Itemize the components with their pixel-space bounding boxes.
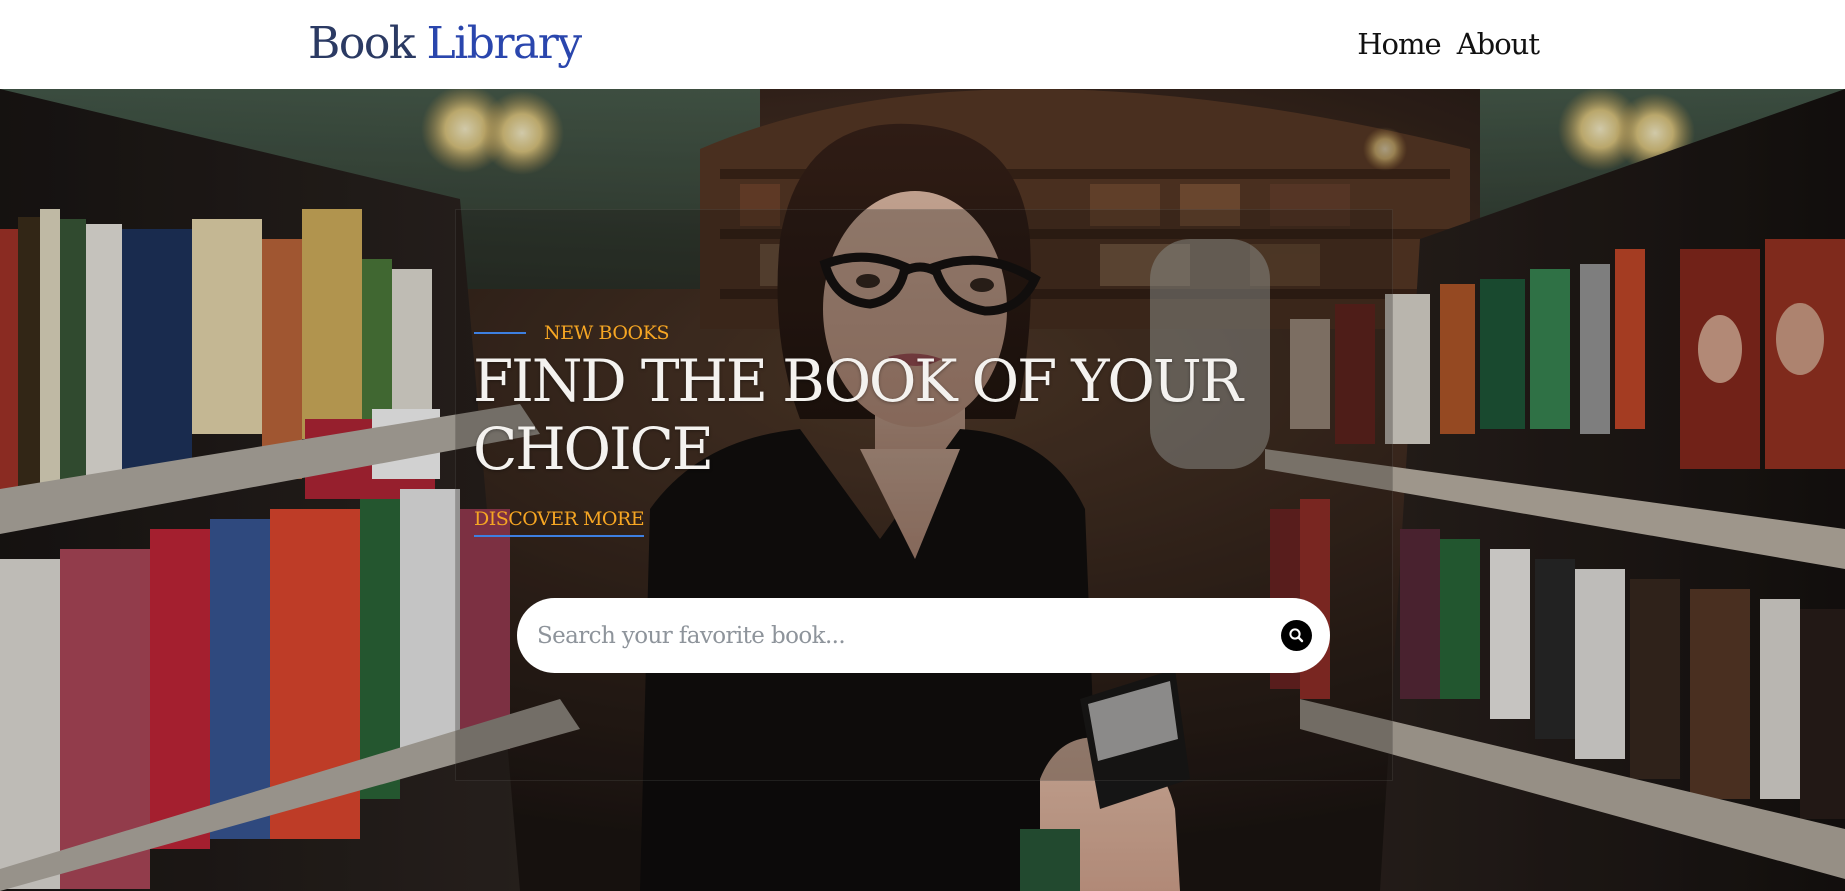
site-header: Book Library Home About: [0, 0, 1845, 89]
search-icon: [1288, 627, 1305, 644]
hero-title: FIND THE BOOK OF YOUR CHOICE: [473, 347, 1243, 483]
search-bar: [517, 598, 1330, 673]
eyebrow-accent-line: [474, 332, 526, 334]
nav-about-link[interactable]: About: [1457, 26, 1540, 62]
hero-eyebrow: NEW BOOKS: [474, 321, 670, 345]
search-button[interactable]: [1281, 620, 1312, 651]
hero-overlay-panel: [455, 209, 1393, 781]
nav-home-link[interactable]: Home: [1357, 26, 1441, 62]
discover-more-link[interactable]: DISCOVER MORE: [474, 507, 645, 537]
main-nav: Home About: [1357, 26, 1540, 62]
hero-section: NEW BOOKS FIND THE BOOK OF YOUR CHOICE D…: [0, 89, 1845, 891]
brand-word-book: Book: [308, 18, 415, 69]
eyebrow-label: NEW BOOKS: [544, 322, 670, 344]
search-input[interactable]: [537, 615, 1281, 656]
brand-word-library: Library: [426, 18, 582, 69]
brand-logo[interactable]: Book Library: [308, 18, 582, 70]
